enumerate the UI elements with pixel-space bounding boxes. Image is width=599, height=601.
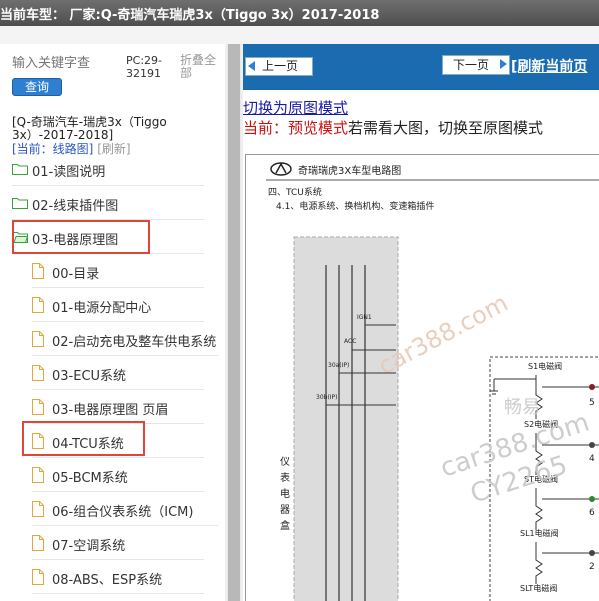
current-vehicle-title: 当前车型： 厂家:Q-奇瑞汽车瑞虎3x（Tiggo 3x）2017-2018 <box>0 8 380 23</box>
box-label-char: 仪 <box>280 456 290 468</box>
pin-number: 2 <box>589 562 595 572</box>
search-row: 查询 PC:29-32191 折叠全部 <box>12 54 222 96</box>
tree-item-label: 02-启动充电及整车供电系统 <box>52 335 217 350</box>
tree-item-ecu[interactable]: 03-ECU系统 <box>32 359 204 390</box>
folder-icon <box>12 164 28 175</box>
folder-icon <box>12 198 28 209</box>
search-input[interactable] <box>12 54 118 72</box>
diagram-header: 奇瑞瑞虎3X车型电路图 <box>298 164 401 177</box>
tree-item-label: 05-BCM系统 <box>52 471 128 486</box>
tree-item-bcm[interactable]: 05-BCM系统 <box>32 461 204 492</box>
wiring-diagram-svg: 奇瑞瑞虎3X车型电路图 四、TCU系统 4.1、电源系统、换档机构、变速箱插件 … <box>266 162 599 601</box>
box-label-char: 盒 <box>280 519 290 532</box>
tree-item-starting-charging[interactable]: 02-启动充电及整车供电系统 <box>32 325 218 356</box>
document-icon <box>32 467 44 483</box>
chery-logo-icon <box>270 162 292 176</box>
pin-number: 4 <box>589 454 595 464</box>
watermarks: car388.com 畅易 car388.com CY2265 <box>374 289 593 510</box>
mode-hint: 若需看大图，切换至原图模式 <box>348 119 544 137</box>
pin-number: 6 <box>589 508 595 518</box>
valve-label: SLT电磁阀 <box>520 583 557 593</box>
fuse-box-label: 仪 表 电 器 盒 <box>280 456 290 532</box>
connector-terminals <box>589 384 595 556</box>
content-pane: 上一页 下一页 [刷新当前页 切换为原图模式 当前：预览模式若需看大图，切换至原… <box>243 44 599 601</box>
highlight-box <box>12 220 150 254</box>
arrow-right-icon <box>500 59 507 69</box>
next-page-button[interactable]: 下一页 <box>442 55 510 75</box>
valve-label: S1电磁阀 <box>528 361 562 371</box>
document-icon <box>32 569 44 585</box>
tree-item-abs-esp[interactable]: 08-ABS、ESP系统 <box>32 563 204 594</box>
prev-page-button[interactable]: 上一页 <box>245 57 313 76</box>
current-view-label: [当前：线路图] <box>12 142 94 156</box>
next-page-label: 下一页 <box>453 58 490 72</box>
diagram-subsection: 4.1、电源系统、换档机构、变速箱插件 <box>276 200 434 212</box>
tree-item-harness-connectors[interactable]: 02-线束插件图 <box>12 189 204 220</box>
scrollbar-thumb[interactable] <box>228 44 240 601</box>
box-label-char: 电 <box>280 487 290 500</box>
tree-item-label: 06-组合仪表系统（ICM) <box>52 505 194 520</box>
refresh-page-link[interactable]: [刷新当前页 <box>511 56 587 76</box>
title-bar: 当前车型： 厂家:Q-奇瑞汽车瑞虎3x（Tiggo 3x）2017-2018 <box>0 0 599 26</box>
watermark-text: 畅易 <box>504 397 540 418</box>
box-label-char: 器 <box>280 504 290 516</box>
diagram-section: 四、TCU系统 <box>268 186 322 198</box>
arrow-left-icon <box>248 61 255 71</box>
preview-mode-label: 预览模式 <box>288 119 349 137</box>
wire-label: IGN1 <box>357 314 372 321</box>
document-icon <box>32 535 44 551</box>
tree-item-power-distribution[interactable]: 01-电源分配中心 <box>32 291 204 322</box>
tree-item-read-guide[interactable]: 01-读图说明 <box>12 155 204 186</box>
ground-symbol <box>490 378 536 395</box>
sidebar: 查询 PC:29-32191 折叠全部 [Q-奇瑞汽车-瑞虎3x（Tiggo 3… <box>0 44 225 601</box>
document-icon <box>32 365 44 381</box>
valve-label: SL1电磁阀 <box>520 528 559 538</box>
tree-item-label: 07-空调系统 <box>52 539 126 554</box>
switch-original-mode-link[interactable]: 切换为原图模式 <box>243 97 348 118</box>
document-icon <box>32 331 44 347</box>
document-icon <box>32 263 44 279</box>
refresh-tree-link[interactable]: [刷新] <box>97 142 130 156</box>
tree-item-label: 02-线束插件图 <box>32 199 119 214</box>
tree-item-label: 03-电器原理图 页眉 <box>52 403 169 418</box>
vehicle-name: [Q-奇瑞汽车-瑞虎3x（Tiggo 3x）-2017-2018] <box>12 115 167 142</box>
document-icon <box>32 501 44 517</box>
tree-item-label: 03-ECU系统 <box>52 369 127 384</box>
box-label-char: 表 <box>280 471 290 484</box>
wire-label: 30b(IP) <box>316 394 338 401</box>
document-icon <box>32 297 44 313</box>
tree-item-air-conditioning[interactable]: 07-空调系统 <box>32 529 204 560</box>
tree-item-label: 08-ABS、ESP系统 <box>52 573 163 588</box>
tree-item-label: 00-目录 <box>52 267 100 282</box>
document-icon <box>32 399 44 415</box>
current-mode-line: 当前：预览模式若需看大图，切换至原图模式 <box>243 117 543 138</box>
current-label: 当前： <box>243 119 289 137</box>
tree-item-index[interactable]: 00-目录 <box>32 257 204 288</box>
pc-counter: PC:29-32191 <box>126 54 162 80</box>
fuse-box-panel <box>294 237 398 601</box>
tree-item-label: 01-读图说明 <box>32 165 106 180</box>
page-nav-bar: 上一页 下一页 [刷新当前页 <box>243 44 599 90</box>
sidebar-scrollbar[interactable] <box>225 44 243 601</box>
highlight-box <box>22 421 145 456</box>
pin-numbers: 5 4 6 2 <box>589 398 595 572</box>
wiring-diagram-preview: 奇瑞瑞虎3X车型电路图 四、TCU系统 4.1、电源系统、换档机构、变速箱插件 … <box>245 154 599 601</box>
wire-label: ACC <box>344 338 356 345</box>
prev-page-label: 上一页 <box>262 59 299 73</box>
tree-item-label: 01-电源分配中心 <box>52 301 152 316</box>
query-button[interactable]: 查询 <box>12 78 62 96</box>
fold-all-button[interactable]: 折叠全部 <box>180 54 222 80</box>
toolbar-gap <box>0 26 599 44</box>
tree-item-instrument-cluster[interactable]: 06-组合仪表系统（ICM) <box>32 495 218 526</box>
wire-label: 30a(IP) <box>328 362 349 369</box>
tree-item-schematic-header[interactable]: 03-电器原理图 页眉 <box>32 393 204 424</box>
pin-number: 5 <box>589 398 595 408</box>
